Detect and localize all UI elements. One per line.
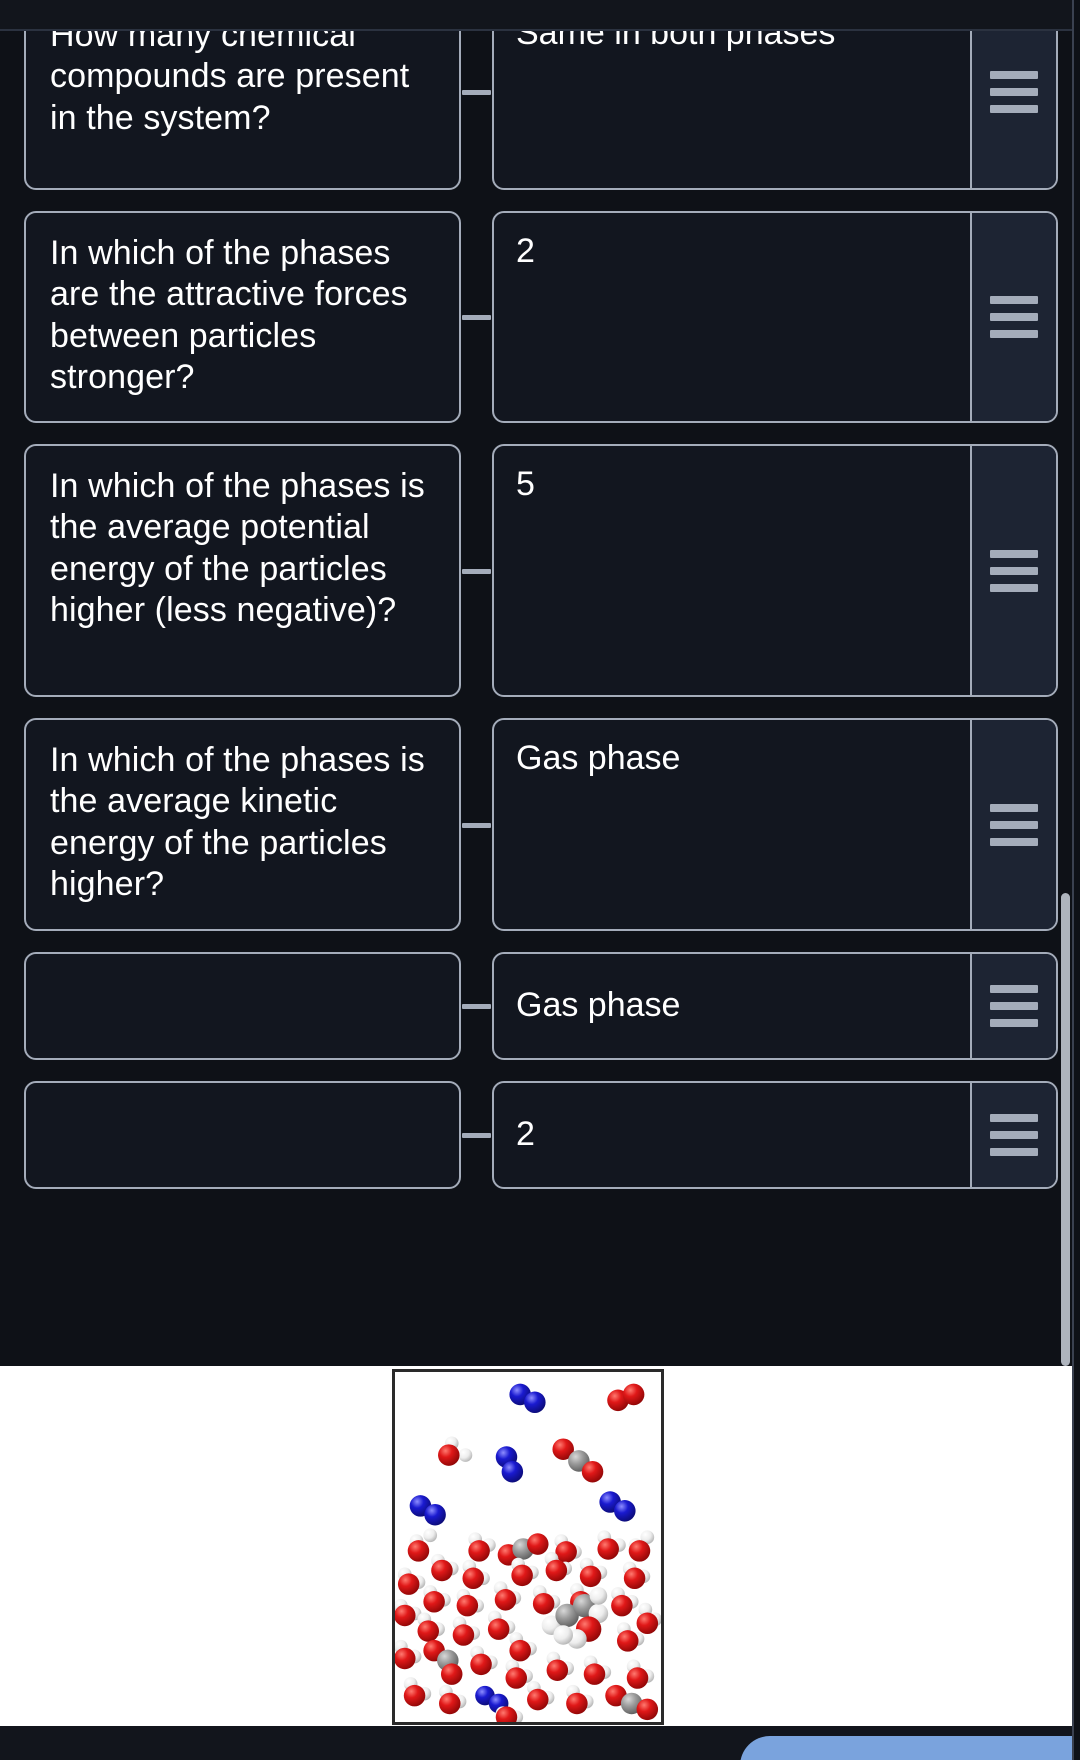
matching-panel[interactable]: How many chemical compounds are present …: [0, 31, 1080, 1366]
answer-card[interactable]: 2: [492, 211, 1058, 423]
answer-card[interactable]: 2: [492, 1081, 1058, 1189]
figure-area: [0, 1366, 1080, 1726]
scrollbar-thumb[interactable]: [1061, 893, 1070, 1366]
table-row[interactable]: 2: [0, 1081, 1080, 1189]
answer-text: 5: [516, 465, 535, 503]
table-row[interactable]: How many chemical compounds are present …: [0, 31, 1080, 190]
drag-handle-icon[interactable]: [970, 954, 1056, 1058]
panel-vertical-scrollbar[interactable]: [1061, 893, 1070, 1366]
answer-card[interactable]: Gas phase: [492, 952, 1058, 1060]
prompt-card[interactable]: How many chemical compounds are present …: [24, 31, 461, 190]
app-screen: How many chemical compounds are present …: [0, 0, 1080, 1760]
row-connector: [461, 952, 492, 1060]
prompt-card[interactable]: In which of the phases is the average po…: [24, 444, 461, 697]
prompt-text: How many chemical compounds are present …: [50, 31, 410, 137]
page-right-edge: [1074, 0, 1080, 1760]
answer-body: 2: [494, 213, 970, 421]
answer-text: 2: [516, 1115, 535, 1154]
answer-body: Gas phase: [494, 954, 970, 1058]
table-row[interactable]: In which of the phases are the attractiv…: [0, 211, 1080, 423]
prompt-card[interactable]: [24, 1081, 461, 1189]
prompt-text: In which of the phases is the average ki…: [50, 741, 425, 904]
drag-handle-icon[interactable]: [970, 213, 1056, 421]
answer-card[interactable]: Gas phase: [492, 718, 1058, 931]
drag-handle-icon[interactable]: [970, 720, 1056, 929]
table-row[interactable]: Gas phase: [0, 952, 1080, 1060]
prompt-text: In which of the phases are the attractiv…: [50, 234, 408, 397]
page-right-edge-line: [1072, 0, 1074, 1760]
answer-text: Gas phase: [516, 739, 681, 777]
row-connector: [461, 211, 492, 423]
answer-card[interactable]: 5: [492, 444, 1058, 697]
drag-handle-icon[interactable]: [970, 1083, 1056, 1187]
answer-body: 5: [494, 446, 970, 695]
row-connector: [461, 31, 492, 190]
answer-text: Same in both phases: [516, 31, 836, 52]
prompt-card[interactable]: In which of the phases is the average ki…: [24, 718, 461, 931]
table-row[interactable]: In which of the phases is the average ki…: [0, 718, 1080, 931]
answer-text: Gas phase: [516, 986, 681, 1025]
answer-body: Same in both phases: [494, 31, 970, 188]
prompt-card[interactable]: [24, 952, 461, 1060]
drag-handle-icon[interactable]: [970, 31, 1056, 188]
matching-rows: How many chemical compounds are present …: [0, 31, 1080, 1210]
row-connector: [461, 444, 492, 697]
prompt-text: In which of the phases is the average po…: [50, 467, 425, 630]
answer-body: 2: [494, 1083, 970, 1187]
top-strip: [0, 0, 1080, 29]
answer-card[interactable]: Same in both phases: [492, 31, 1058, 190]
two-phase-molecular-diagram: [392, 1369, 664, 1725]
table-row[interactable]: In which of the phases is the average po…: [0, 444, 1080, 697]
row-connector: [461, 1081, 492, 1189]
prompt-card[interactable]: In which of the phases are the attractiv…: [24, 211, 461, 423]
drag-handle-icon[interactable]: [970, 446, 1056, 695]
primary-action-button[interactable]: [740, 1736, 1080, 1760]
answer-text: 2: [516, 232, 535, 270]
answer-body: Gas phase: [494, 720, 970, 929]
row-connector: [461, 718, 492, 931]
